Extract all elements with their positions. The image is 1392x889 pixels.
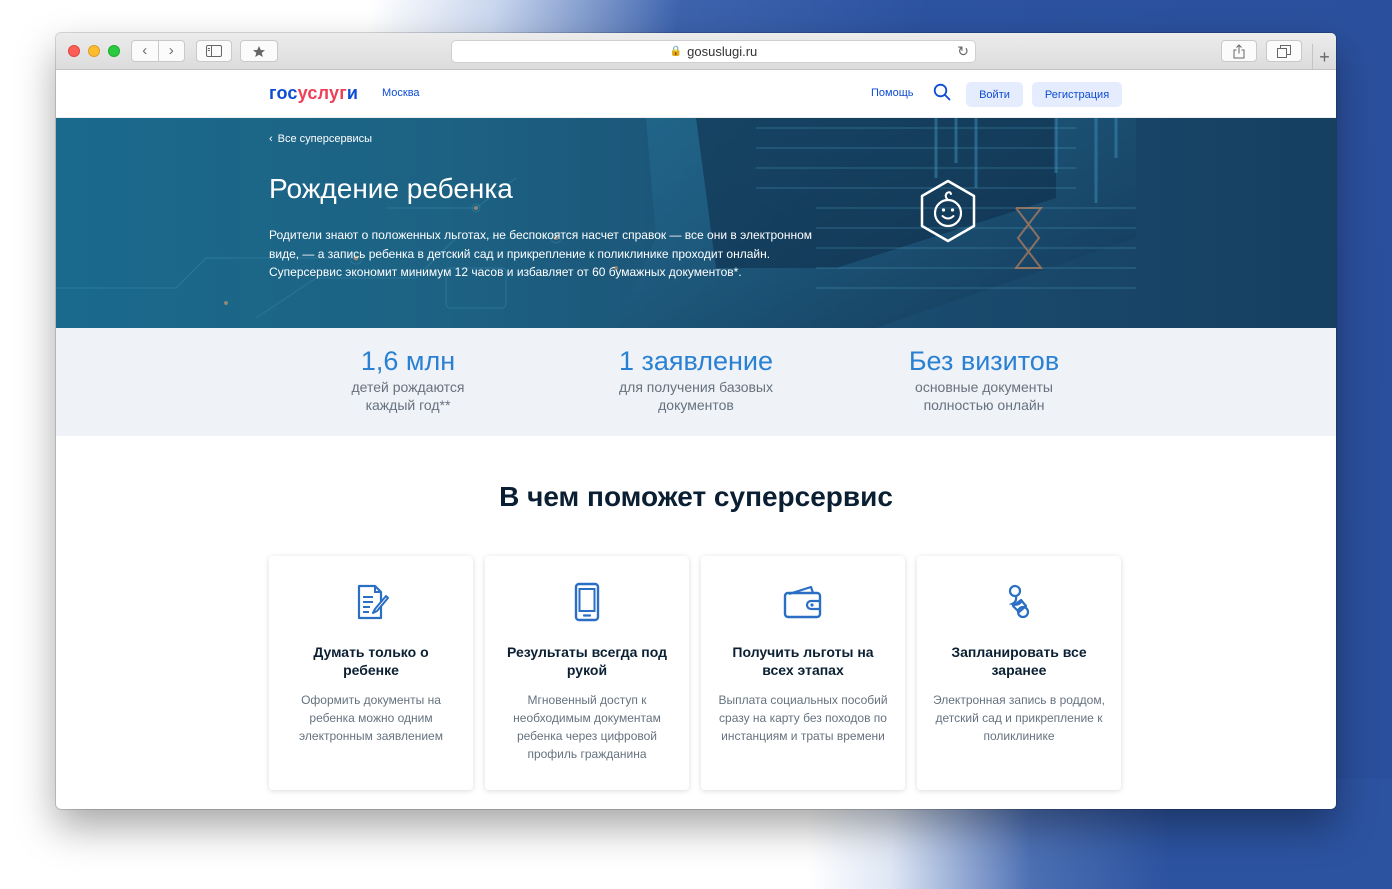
share-button[interactable] [1221,40,1257,62]
hero-description: Родители знают о положенных льготах, не … [269,228,813,279]
baby-face-icon [920,179,976,243]
logo-text-gos: гос [269,83,298,103]
card-text: Электронная запись в роддом, детский сад… [933,693,1105,743]
forward-icon[interactable]: › [159,41,185,61]
lock-icon: 🔒 [669,46,683,57]
stat-label: для получения базовых документов [618,379,773,413]
card-text: Оформить документы на ребенка можно одни… [299,693,443,743]
star-icon [253,45,265,57]
pacifier-icon [1008,584,1030,619]
minimize-window-button[interactable] [88,45,100,57]
city-selector[interactable]: Москва [382,87,420,99]
tabs-icon [1277,44,1291,58]
card-text: Мгновенный доступ к необходимым документ… [513,693,661,761]
card-title: Результаты всегда под рукой [506,644,667,678]
stat-value: Без визитов [908,346,1060,376]
feature-card: Думать только о ребенке Оформить докумен… [269,556,473,790]
stat-label: основные документы полностью онлайн [915,379,1053,413]
stat-value: 1,6 млн [360,346,456,376]
card-text: Выплата социальных пособий сразу на карт… [718,693,888,743]
smartphone-icon [574,582,600,622]
stat-births: 1,6 млн детей рождаются каждый год** [288,344,528,414]
address-url: gosuslugi.ru [687,44,758,59]
browser-window: ‹ › 🔒 gosuslugi.ru ↻ + госуслуги Москва … [56,33,1336,809]
breadcrumb-label: Все суперсервисы [277,133,373,145]
stat-label: детей рождаются каждый год** [351,379,465,413]
feature-card: Запланировать все заранее Электронная за… [917,556,1121,790]
bookmarks-button[interactable] [240,40,278,62]
site-header: госуслуги Москва Помощь Войти Регистраци… [56,70,1336,118]
back-icon[interactable]: ‹ [132,41,159,61]
page-title: Рождение ребенка [269,173,513,204]
new-tab-button[interactable]: + [1312,44,1336,70]
login-button[interactable]: Войти [966,82,1023,107]
chevron-left-icon: ‹ [269,133,273,145]
hero-background-illustration [56,118,1136,328]
feature-card: Результаты всегда под рукой Мгновенный д… [485,556,689,790]
zoom-window-button[interactable] [108,45,120,57]
sidebar-toggle-button[interactable] [196,40,232,62]
help-link[interactable]: Помощь [871,87,914,99]
close-window-button[interactable] [68,45,80,57]
stat-value: 1 заявление [618,346,774,376]
reload-icon[interactable]: ↻ [957,43,969,60]
logo-text-uslugi: услуг [297,83,347,103]
sidebar-icon [206,45,222,57]
share-icon [1233,43,1245,58]
hero-banner: ‹ Все суперсервисы Рождение ребенка Роди… [56,118,1336,328]
section-title: В чем поможет суперсервис [499,481,893,512]
card-title: Получить льготы на всех этапах [732,644,874,678]
history-nav: ‹ › [131,40,185,62]
gosuslugi-logo[interactable]: госуслуги [269,83,358,104]
logo-text-end: и [346,83,359,103]
stat-visits: Без визитов основные документы полностью… [864,344,1104,414]
stats-strip: 1,6 млн детей рождаются каждый год** 1 з… [56,328,1336,436]
breadcrumb[interactable]: ‹ Все суперсервисы [269,133,372,145]
feature-card: Получить льготы на всех этапах Выплата с… [701,556,905,790]
search-icon[interactable] [933,83,951,101]
register-button[interactable]: Регистрация [1032,82,1122,107]
browser-toolbar: ‹ › 🔒 gosuslugi.ru ↻ + [56,33,1336,70]
wallet-icon [783,585,822,619]
stat-applications: 1 заявление для получения базовых докуме… [576,344,816,414]
tabs-overview-button[interactable] [1266,40,1302,62]
feature-cards: Думать только о ребенке Оформить докумен… [269,556,1121,790]
card-title: Думать только о ребенке [313,644,429,678]
document-edit-icon [357,584,389,620]
card-title: Запланировать все заранее [951,644,1087,678]
address-bar[interactable]: 🔒 gosuslugi.ru ↻ [451,40,976,63]
